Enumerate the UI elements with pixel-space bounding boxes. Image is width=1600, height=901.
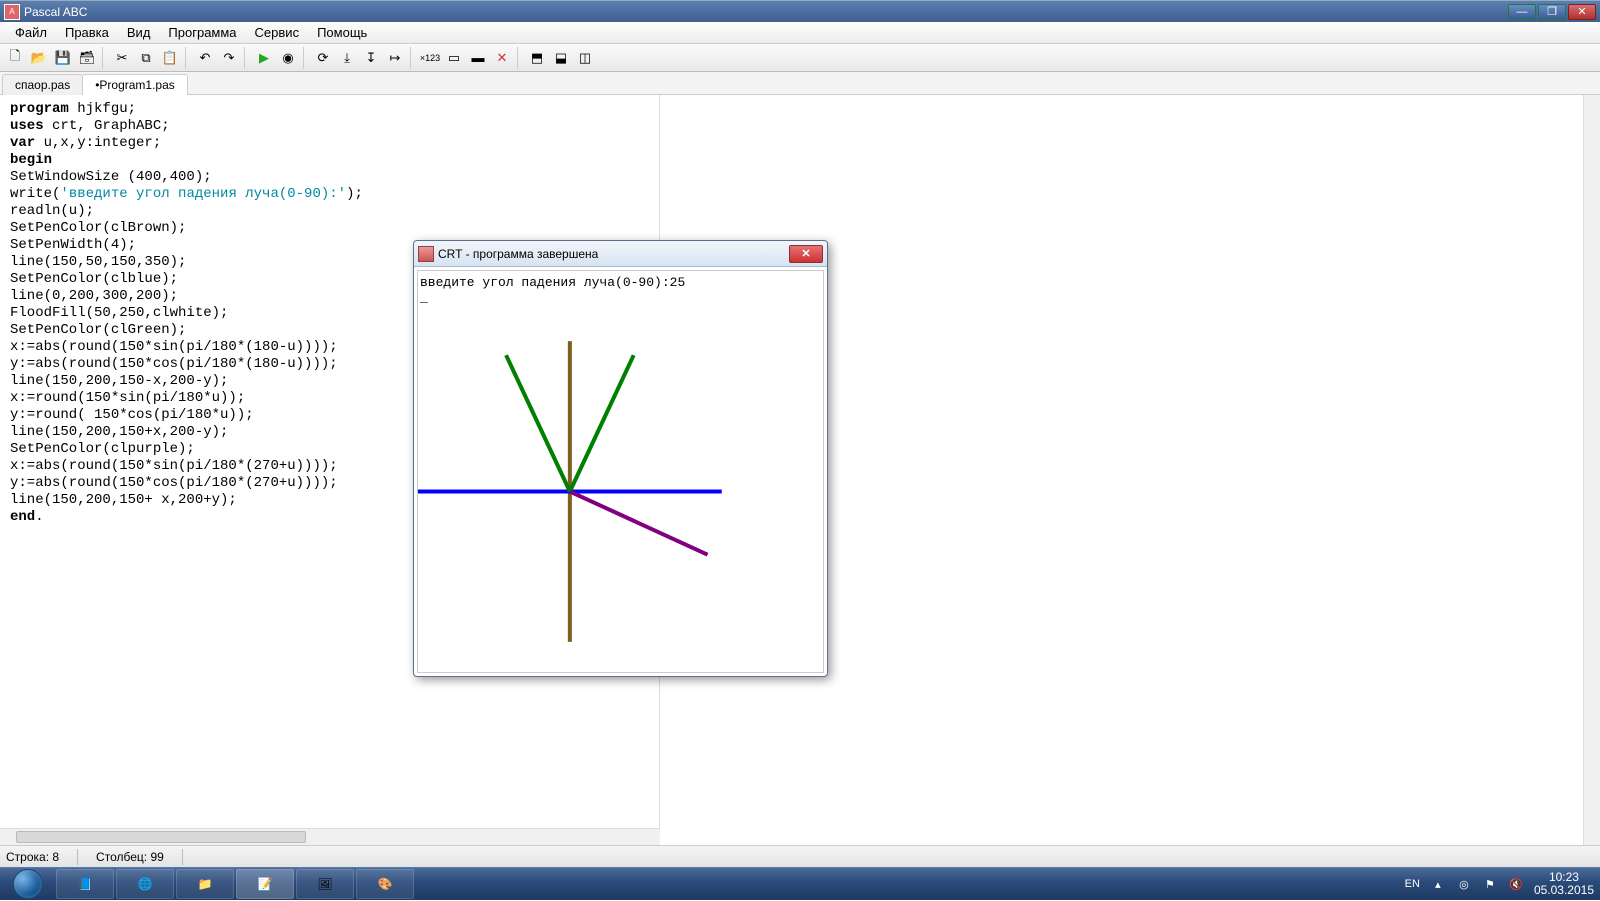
lang-indicator[interactable]: EN — [1405, 878, 1420, 890]
menubar: Файл Правка Вид Программа Сервис Помощь — [0, 22, 1600, 44]
clock-date: 05.03.2015 — [1534, 884, 1594, 897]
run-selected-icon[interactable]: ◉ — [277, 47, 299, 69]
separator — [77, 849, 78, 865]
status-line: Строка: 8 — [6, 850, 59, 864]
crt-titlebar[interactable]: CRT - программа завершена ✕ — [414, 241, 827, 267]
separator — [102, 47, 107, 69]
separator — [517, 47, 522, 69]
taskbar-chrome-icon[interactable]: 🌐 — [116, 869, 174, 899]
graphics-canvas — [418, 291, 823, 672]
new-file-icon[interactable]: 🗋 — [4, 47, 26, 69]
system-tray: EN ▴ ◎ ⚑ 🔇 10:23 05.03.2015 — [1399, 868, 1600, 900]
separator — [410, 47, 415, 69]
copy-icon[interactable]: ⧉ — [135, 47, 157, 69]
tab-file-1[interactable]: спаор.pas — [2, 74, 83, 95]
clock[interactable]: 10:23 05.03.2015 — [1534, 871, 1594, 897]
app-icon: A — [4, 4, 20, 20]
refracted-ray — [570, 492, 708, 555]
separator — [303, 47, 308, 69]
menu-program[interactable]: Программа — [159, 23, 245, 42]
incident-ray — [506, 355, 570, 491]
menu-service[interactable]: Сервис — [246, 23, 309, 42]
open-file-icon[interactable]: 📂 — [28, 47, 50, 69]
page2-icon[interactable]: ⬓ — [550, 47, 572, 69]
minimize-button[interactable]: — — [1508, 4, 1536, 20]
start-button[interactable] — [0, 868, 55, 901]
toolbar: 🗋 📂 💾 🗃 ✂ ⧉ 📋 ↶ ↷ ▶ ◉ ⟳ ⤓ ↧ ↦ ×123 ▭ ▬ ✕… — [0, 44, 1600, 72]
crt-close-button[interactable]: ✕ — [789, 245, 823, 263]
menu-edit[interactable]: Правка — [56, 23, 118, 42]
horizontal-scrollbar[interactable] — [0, 828, 660, 845]
vertical-scrollbar[interactable] — [1583, 95, 1600, 845]
reflected-ray — [570, 355, 634, 491]
crt-body: введите угол падения луча(0-90):25 _ — [417, 270, 824, 673]
menu-help[interactable]: Помощь — [308, 23, 376, 42]
window-icon[interactable]: ▭ — [443, 47, 465, 69]
windows-orb-icon — [13, 869, 43, 899]
page3-icon[interactable]: ◫ — [574, 47, 596, 69]
step-into-icon[interactable]: ↧ — [360, 47, 382, 69]
taskbar[interactable]: 📘 🌐 📁 📝 🖼 🎨 EN ▴ ◎ ⚑ 🔇 10:23 05.03.2015 — [0, 867, 1600, 900]
scrollbar-thumb[interactable] — [16, 831, 306, 843]
tray-arrow-icon[interactable]: ▴ — [1430, 876, 1446, 892]
undo-icon[interactable]: ↶ — [194, 47, 216, 69]
run-icon[interactable]: ▶ — [253, 47, 275, 69]
tray-volume-icon[interactable]: 🔇 — [1508, 876, 1524, 892]
crt-output-line: введите угол падения луча(0-90):25 — [420, 275, 821, 290]
tabstrip: спаор.pas •Program1.pas — [0, 72, 1600, 95]
statusbar: Строка: 8 Столбец: 99 — [0, 845, 1600, 867]
titlebar[interactable]: A Pascal ABC — ❐ ✕ — [0, 0, 1600, 22]
separator — [244, 47, 249, 69]
stop-icon[interactable]: ⟳ — [312, 47, 334, 69]
redo-icon[interactable]: ↷ — [218, 47, 240, 69]
menu-file[interactable]: Файл — [6, 23, 56, 42]
taskbar-explorer-icon[interactable]: 📁 — [176, 869, 234, 899]
taskbar-app1-icon[interactable]: 🖼 — [296, 869, 354, 899]
separator — [185, 47, 190, 69]
close-tab-icon[interactable]: ✕ — [491, 47, 513, 69]
menu-view[interactable]: Вид — [118, 23, 160, 42]
app-title: Pascal ABC — [24, 5, 1508, 19]
close-button[interactable]: ✕ — [1568, 4, 1596, 20]
end-icon[interactable]: ⤓ — [336, 47, 358, 69]
save-icon[interactable]: 💾 — [52, 47, 74, 69]
tab-file-2[interactable]: •Program1.pas — [82, 74, 188, 95]
status-column: Столбец: 99 — [96, 850, 164, 864]
crt-output-window[interactable]: CRT - программа завершена ✕ введите угол… — [413, 240, 828, 677]
separator — [182, 849, 183, 865]
taskbar-pascalabc-icon[interactable]: 📝 — [236, 869, 294, 899]
maximize-button[interactable]: ❐ — [1538, 4, 1566, 20]
crt-title-text: CRT - программа завершена — [438, 247, 787, 261]
crt-icon — [418, 246, 434, 262]
tray-flag-icon[interactable]: ⚑ — [1482, 876, 1498, 892]
var-icon[interactable]: ×123 — [419, 47, 441, 69]
taskbar-paint-icon[interactable]: 🎨 — [356, 869, 414, 899]
cut-icon[interactable]: ✂ — [111, 47, 133, 69]
save-all-icon[interactable]: 🗃 — [76, 47, 98, 69]
step-over-icon[interactable]: ↦ — [384, 47, 406, 69]
taskbar-word-icon[interactable]: 📘 — [56, 869, 114, 899]
page1-icon[interactable]: ⬒ — [526, 47, 548, 69]
paste-icon[interactable]: 📋 — [159, 47, 181, 69]
tray-action-icon[interactable]: ◎ — [1456, 876, 1472, 892]
minimize-icon[interactable]: ▬ — [467, 47, 489, 69]
